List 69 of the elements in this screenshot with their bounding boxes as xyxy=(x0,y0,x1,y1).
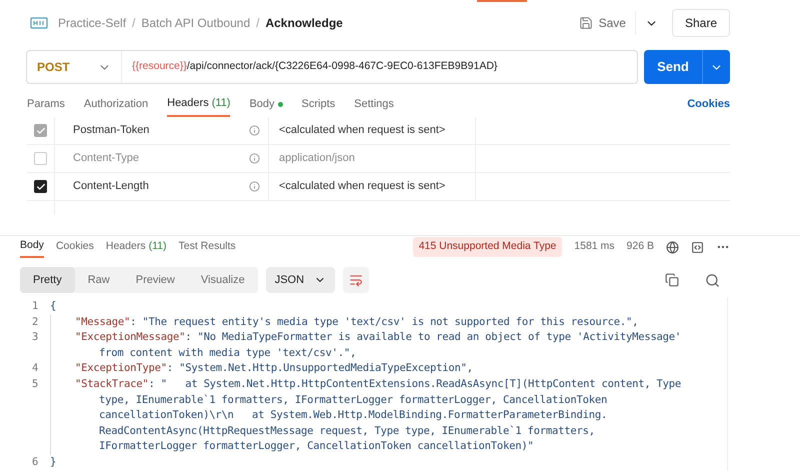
check-icon xyxy=(36,126,46,136)
checkbox[interactable] xyxy=(34,180,47,193)
code-line: } xyxy=(50,456,56,468)
code-line: "ExceptionType": "System.Net.Http.UnsupportedMediaTypeException", xyxy=(75,362,473,374)
code-line: IFormatterLogger formatterLogger, CancellationToken cancellationToken)" xyxy=(99,440,534,452)
info-icon[interactable] xyxy=(249,125,260,136)
header-value: <calculated when request is sent> xyxy=(269,173,476,200)
view-mode-tab[interactable]: Raw xyxy=(74,267,123,293)
line-number: 4 xyxy=(30,361,40,376)
view-mode-tab[interactable]: Pretty xyxy=(20,267,75,293)
save-icon xyxy=(578,16,593,30)
info-icon[interactable] xyxy=(249,153,260,164)
request-tab[interactable]: Authorization xyxy=(84,91,148,117)
code-line: ReadContentAsync(HttpRequestMessage request, Type type, IEnumerable`1 formatters, xyxy=(99,424,595,437)
line-number: 5 xyxy=(30,376,40,392)
request-tab[interactable]: Body xyxy=(249,91,283,117)
check-icon xyxy=(36,182,46,192)
response-size: 926 B xyxy=(626,239,654,254)
response-time: 1581 ms xyxy=(574,239,615,254)
search-icon[interactable] xyxy=(705,272,720,288)
code-line: "ExceptionMessage": "No MediaTypeFormatter is available to read an object of type 'ActivityMessage' xyxy=(75,331,682,344)
header-key: Content-Type xyxy=(55,150,249,167)
code-line: type, IEnumerable`1 formatters, IFormatterLogger formatterLogger, CancellationToken xyxy=(99,394,608,406)
header-key: Content-Length xyxy=(55,178,249,195)
request-tab[interactable]: Params xyxy=(27,91,65,117)
code-line: cancellationToken)\r\n at System.Web.Http.ModelBinding.FormatterParameterBinding. xyxy=(99,409,608,422)
breadcrumb-separator: / xyxy=(256,15,260,32)
breadcrumb-item[interactable]: Batch API Outbound xyxy=(141,14,250,32)
format-select[interactable]: JSON xyxy=(266,267,336,293)
breadcrumb-separator: / xyxy=(132,15,136,32)
send-button[interactable]: Send xyxy=(644,50,730,84)
globe-icon[interactable] xyxy=(666,240,679,254)
http-icon xyxy=(30,15,48,31)
wrap-icon xyxy=(349,273,364,287)
code-line: "Message": "The request entity's media type 'text/csv' is not supported for this resource.", xyxy=(75,316,638,328)
code-icon[interactable] xyxy=(691,240,704,254)
status-badge: 415 Unsupported Media Type xyxy=(412,237,562,257)
url-bar[interactable]: POST {{resource}}/api/connector/ack/{C3226E64-0998-467C-9EC0-613FEB9B91AD} xyxy=(26,50,638,84)
share-button[interactable]: Share xyxy=(672,9,730,37)
copy-icon[interactable] xyxy=(665,273,679,287)
view-mode-tab[interactable]: Visualize xyxy=(188,267,258,293)
line-number: 3 xyxy=(30,330,40,346)
checkbox[interactable] xyxy=(34,152,47,165)
request-tab[interactable]: Headers (11) xyxy=(167,91,230,117)
view-mode-tab[interactable]: Preview xyxy=(122,267,188,293)
header-key: Postman-Token xyxy=(55,122,249,139)
response-tab[interactable]: Test Results xyxy=(178,236,236,258)
response-tab[interactable]: Body xyxy=(20,236,44,258)
header-value: application/json xyxy=(269,145,476,172)
line-number: 6 xyxy=(30,454,40,470)
code-line: "StackTrace": " at System.Net.Http.HttpContentExtensions.ReadAsAsync[T](HttpContent content, Type xyxy=(75,378,682,390)
line-number: 2 xyxy=(30,314,40,330)
breadcrumb-item[interactable]: Practice-Self xyxy=(58,14,126,32)
header-value: <calculated when request is sent> xyxy=(269,117,476,144)
code-line: from content with media type 'text/csv'.", xyxy=(99,346,356,359)
save-button[interactable]: Save xyxy=(572,14,632,32)
method-select[interactable]: POST xyxy=(27,51,122,83)
line-number: 1 xyxy=(30,299,40,314)
wrap-button[interactable] xyxy=(343,267,370,293)
info-icon[interactable] xyxy=(249,181,260,192)
request-tab[interactable]: Scripts xyxy=(302,91,336,117)
url-text: {{resource}}/api/connector/ack/{C3226E64-0998-467C-9EC0-613FEB9B91AD} xyxy=(131,59,498,74)
cookies-link[interactable]: Cookies xyxy=(687,96,730,112)
tab-indicator xyxy=(477,0,527,2)
request-title: Acknowledge xyxy=(265,15,343,32)
code-line: { xyxy=(50,300,56,312)
request-tab[interactable]: Settings xyxy=(354,91,394,117)
response-tab[interactable]: Headers (11) xyxy=(106,236,166,258)
response-tab[interactable]: Cookies xyxy=(56,236,94,258)
